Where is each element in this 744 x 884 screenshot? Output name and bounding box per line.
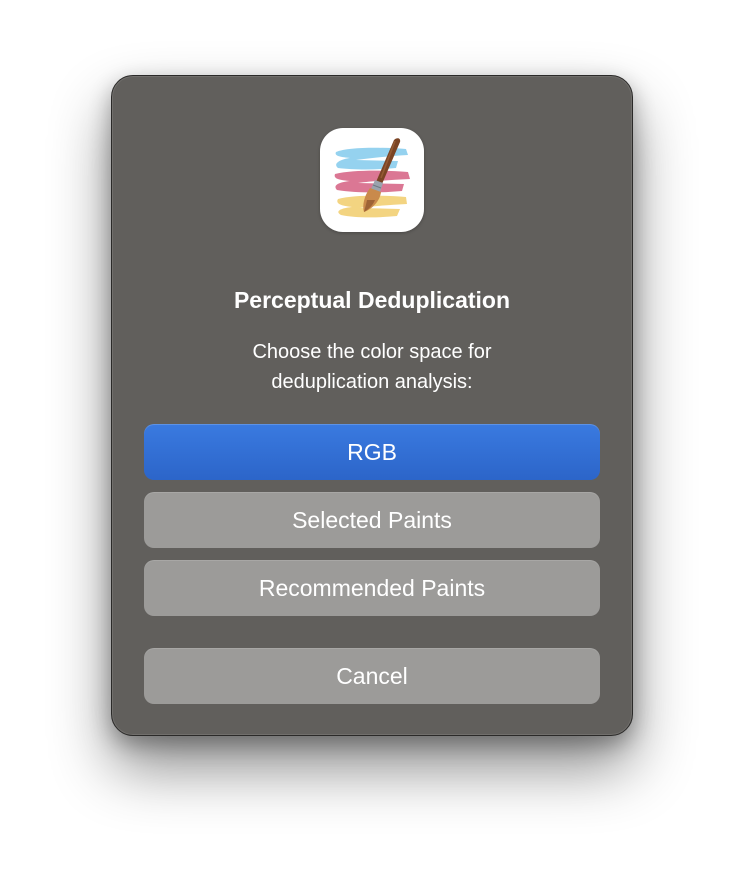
recommended-paints-button[interactable]: Recommended Paints xyxy=(144,560,600,616)
blue-paint-stroke xyxy=(335,147,408,170)
paintbrush-app-icon xyxy=(320,128,424,232)
rgb-button[interactable]: RGB xyxy=(144,424,600,480)
dialog-message-line: deduplication analysis: xyxy=(271,371,473,393)
dialog-message: Choose the color space for deduplication… xyxy=(152,337,592,397)
alert-dialog: Perceptual Deduplication Choose the colo… xyxy=(111,75,633,736)
selected-paints-button[interactable]: Selected Paints xyxy=(144,492,600,548)
dialog-message-line: Choose the color space for xyxy=(252,341,492,363)
dialog-title: Perceptual Deduplication xyxy=(233,287,511,313)
cancel-button[interactable]: Cancel xyxy=(144,648,600,704)
